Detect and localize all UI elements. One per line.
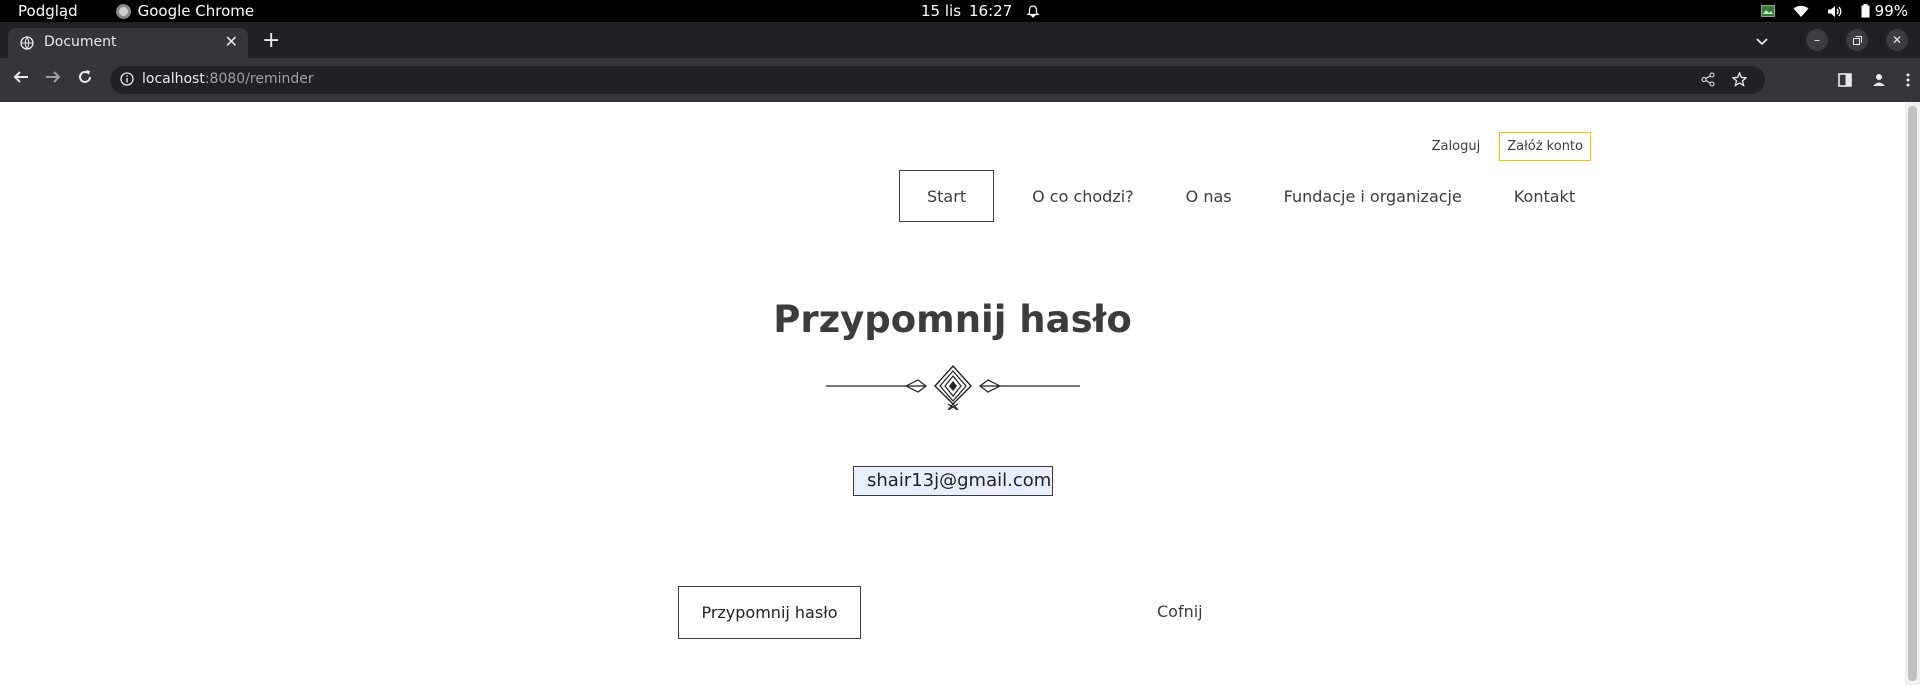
nav-item-foundations[interactable]: Fundacje i organizacje [1258, 170, 1488, 222]
browser-tab-strip: Document ✕ + – ✕ [0, 22, 1920, 58]
email-field[interactable]: shair13j@gmail.com [853, 466, 1053, 496]
new-tab-button[interactable]: + [262, 28, 280, 54]
kebab-menu-icon[interactable] [1906, 72, 1910, 91]
browser-toolbar: localhost:8080/reminder [0, 58, 1920, 102]
back-link[interactable]: Cofnij [1157, 602, 1203, 621]
profile-icon[interactable] [1872, 72, 1886, 91]
address-bar[interactable]: localhost:8080/reminder [110, 66, 1765, 94]
os-date: 15 lis [921, 2, 962, 20]
decoration-ornament-icon [826, 364, 1080, 410]
window-close-icon[interactable]: ✕ [1886, 29, 1908, 51]
side-panel-icon[interactable] [1838, 72, 1852, 91]
nav-item-about-idea[interactable]: O co chodzi? [1006, 170, 1160, 222]
nav-item-start[interactable]: Start [899, 170, 995, 222]
address-url: localhost:8080/reminder [142, 71, 314, 87]
minimize-icon[interactable]: – [1806, 29, 1828, 51]
info-icon[interactable] [120, 72, 134, 90]
battery-percent: 99% [1874, 2, 1908, 20]
os-active-app-label: Google Chrome [137, 2, 255, 20]
page-title: Przypomnij hasło [773, 298, 1132, 341]
os-top-bar: Podgląd Google Chrome 15 lis 16:27 99% [0, 0, 1920, 22]
forward-arrow-icon[interactable] [45, 69, 61, 89]
auth-links: Zaloguj Załóż konto [1432, 132, 1591, 161]
back-arrow-icon[interactable] [13, 69, 29, 89]
battery-icon [1861, 4, 1870, 18]
register-button[interactable]: Załóż konto [1499, 132, 1591, 161]
browser-tab[interactable]: Document ✕ [8, 28, 248, 58]
nav-item-contact[interactable]: Kontakt [1488, 170, 1601, 222]
login-link[interactable]: Zaloguj [1432, 139, 1481, 154]
os-active-app[interactable]: Google Chrome [115, 2, 255, 20]
tab-title: Document [44, 34, 117, 50]
battery-indicator[interactable]: 99% [1861, 2, 1908, 20]
nav-item-about-us[interactable]: O nas [1160, 170, 1258, 222]
alarm-icon [1026, 4, 1040, 18]
url-host: localhost [142, 71, 205, 87]
restore-icon[interactable] [1846, 29, 1868, 51]
tab-close-icon[interactable]: ✕ [225, 32, 238, 51]
volume-icon[interactable] [1827, 5, 1843, 18]
wifi-icon[interactable] [1793, 5, 1809, 18]
globe-icon [20, 36, 34, 54]
page-scrollbar[interactable] [1905, 102, 1920, 685]
page-viewport: Zaloguj Załóż konto Start O co chodzi? O… [0, 102, 1905, 685]
os-app-menu[interactable]: Podgląd [18, 2, 78, 20]
share-icon[interactable] [1701, 72, 1715, 91]
star-icon[interactable] [1731, 71, 1748, 91]
chrome-icon [115, 3, 131, 19]
os-clock[interactable]: 15 lis 16:27 [921, 2, 1040, 20]
tray-app-icon[interactable] [1760, 5, 1775, 17]
os-time: 16:27 [969, 2, 1013, 20]
tab-search-chevron-down-icon[interactable] [1756, 31, 1768, 50]
remind-password-button[interactable]: Przypomnij hasło [678, 586, 861, 639]
url-path: :8080/reminder [204, 71, 314, 87]
scrollbar-thumb[interactable] [1908, 106, 1917, 681]
reload-icon[interactable] [77, 69, 93, 89]
main-nav: Start O co chodzi? O nas Fundacje i orga… [899, 170, 1601, 222]
